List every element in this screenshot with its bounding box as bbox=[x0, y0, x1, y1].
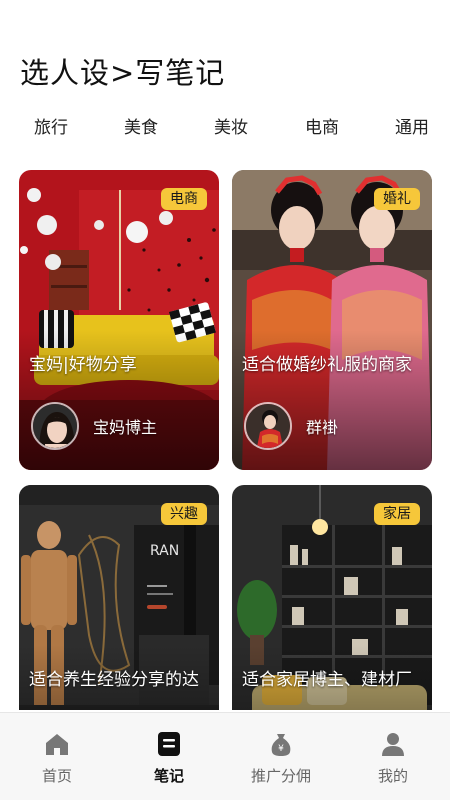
persona-card-ecommerce[interactable]: 电商 宝妈|好物分享 宝妈博主 bbox=[19, 170, 219, 470]
tab-home[interactable]: 首页 bbox=[12, 713, 102, 800]
category-tabs: 旅行 美食 美妆 电商 通用 bbox=[0, 113, 450, 139]
avatar bbox=[244, 402, 292, 450]
category-tab-general[interactable]: 通用 bbox=[395, 113, 429, 138]
tab-label: 笔记 bbox=[153, 767, 184, 785]
card-author: 群褂 bbox=[244, 398, 338, 454]
category-badge: 家居 bbox=[374, 503, 420, 525]
card-title: 宝妈|好物分享 bbox=[29, 355, 137, 375]
bottom-tab-bar: 首页 笔记 ¥ 推广分佣 我的 bbox=[0, 712, 450, 800]
page-title: 选人设>写笔记 bbox=[20, 56, 226, 90]
category-tab-food[interactable]: 美食 bbox=[124, 113, 158, 138]
card-title: 适合家居博主、建材厂 bbox=[242, 670, 412, 690]
card-title: 适合养生经验分享的达 bbox=[29, 670, 199, 690]
persona-grid: 电商 宝妈|好物分享 宝妈博主 婚礼 适合做婚纱礼服的商家 群褂 RAN 兴趣 … bbox=[0, 170, 450, 710]
category-tab-travel[interactable]: 旅行 bbox=[34, 113, 68, 138]
user-icon bbox=[382, 733, 404, 756]
persona-card-wedding[interactable]: 婚礼 适合做婚纱礼服的商家 群褂 bbox=[232, 170, 432, 470]
category-tab-ecommerce[interactable]: 电商 bbox=[305, 113, 339, 138]
tab-profile[interactable]: 我的 bbox=[348, 713, 438, 800]
persona-card-interest[interactable]: RAN 兴趣 适合养生经验分享的达 bbox=[19, 485, 219, 710]
category-badge: 婚礼 bbox=[374, 188, 420, 210]
tab-label: 推广分佣 bbox=[250, 767, 311, 785]
avatar bbox=[31, 402, 79, 450]
category-badge: 电商 bbox=[161, 188, 207, 210]
poster-text: RAN bbox=[150, 543, 179, 559]
tab-label: 我的 bbox=[377, 767, 408, 785]
svg-text:¥: ¥ bbox=[278, 744, 284, 754]
tab-label: 首页 bbox=[41, 767, 72, 785]
notes-icon bbox=[158, 732, 180, 756]
category-badge: 兴趣 bbox=[161, 503, 207, 525]
card-author: 宝妈博主 bbox=[31, 398, 157, 454]
tab-notes[interactable]: 笔记 bbox=[124, 713, 214, 800]
author-name: 群褂 bbox=[306, 418, 339, 437]
card-title: 适合做婚纱礼服的商家 bbox=[242, 355, 412, 375]
home-icon bbox=[46, 734, 68, 755]
author-name: 宝妈博主 bbox=[93, 418, 158, 437]
persona-card-home[interactable]: 家居 适合家居博主、建材厂 bbox=[232, 485, 432, 710]
category-tab-beauty[interactable]: 美妆 bbox=[214, 113, 248, 138]
tab-promotion[interactable]: ¥ 推广分佣 bbox=[236, 713, 326, 800]
money-bag-icon: ¥ bbox=[271, 734, 291, 756]
